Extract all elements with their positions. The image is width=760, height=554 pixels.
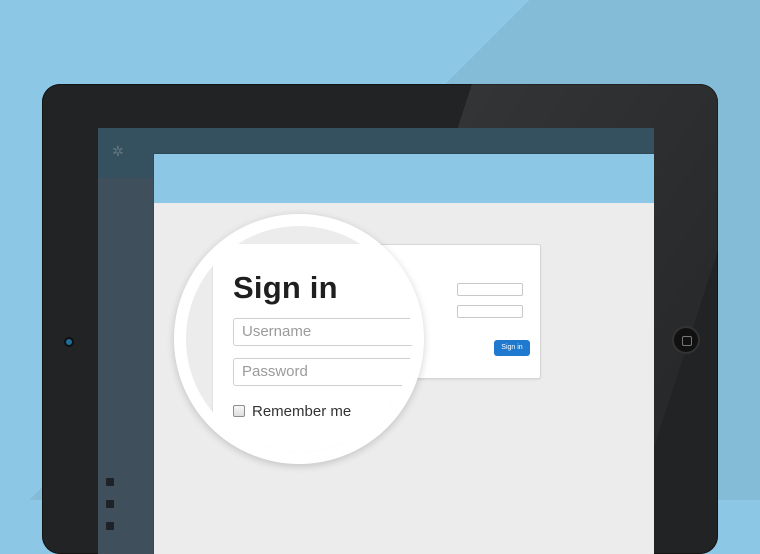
magnifier-lens: Sign in Username Password Remember me [174, 214, 424, 464]
small-username-input[interactable] [457, 283, 523, 296]
checkbox-icon[interactable] [233, 405, 245, 417]
home-button[interactable] [672, 326, 700, 354]
home-square-icon [682, 336, 692, 346]
small-password-input[interactable] [457, 305, 523, 318]
left-icon-3 [106, 522, 114, 530]
gear-logo-icon: ✲ [112, 143, 124, 159]
remember-me-label: Remember me [252, 403, 352, 420]
left-icon-column [106, 478, 116, 538]
left-icon-2 [106, 500, 114, 508]
password-field[interactable]: Password [233, 358, 412, 386]
camera-icon [66, 339, 72, 345]
left-icon-1 [106, 478, 114, 486]
username-field[interactable]: Username [233, 318, 412, 346]
small-signin-button[interactable]: Sign in [494, 340, 530, 356]
modal-header: × [154, 154, 654, 203]
magnified-signin-panel: Sign in Username Password Remember me [212, 244, 412, 452]
signin-title: Sign in [233, 270, 338, 305]
remember-me-row[interactable]: Remember me [233, 403, 373, 420]
